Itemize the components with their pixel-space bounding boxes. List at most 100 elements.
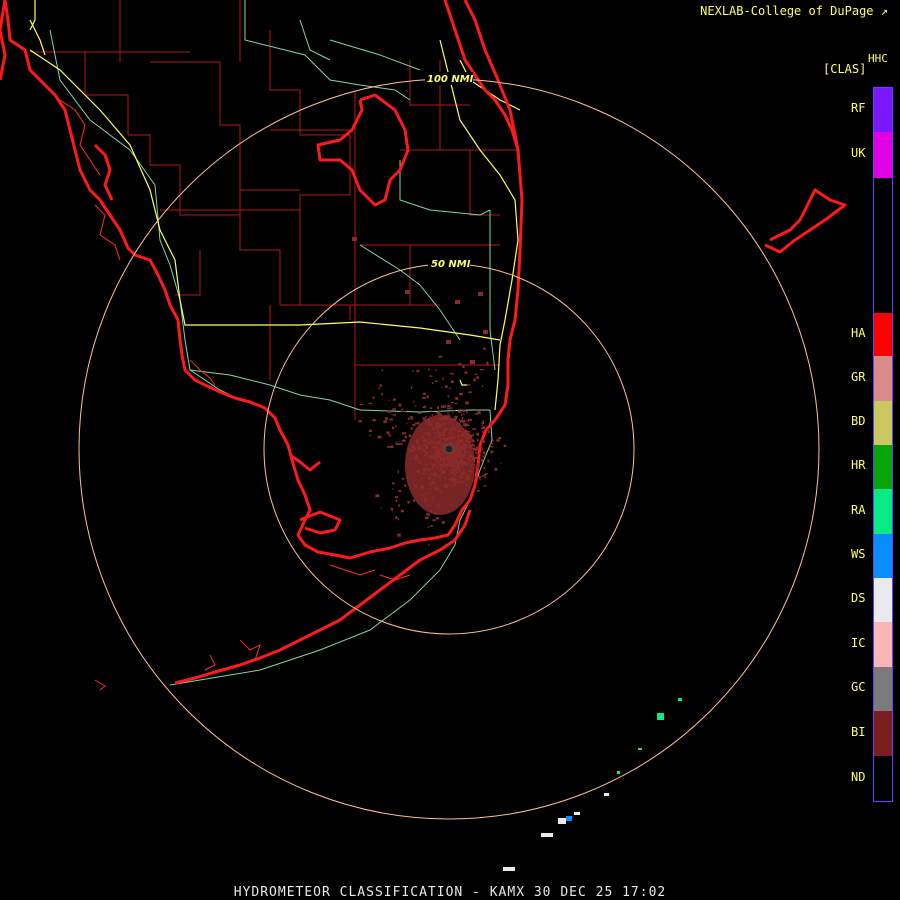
echo-pixel [380, 507, 382, 509]
radar-site-marker [444, 444, 454, 454]
echo-pixel [428, 544, 430, 546]
echo-pixel [404, 435, 408, 439]
legend-label-ic: IC [851, 635, 866, 650]
echo-pixel [482, 385, 484, 387]
echo-pixel [464, 371, 468, 374]
echo-pixel [429, 407, 433, 409]
echo-pixel [400, 509, 404, 513]
echo-pixel [477, 411, 481, 415]
echo-pixel [476, 376, 479, 380]
coast-details [59, 99, 411, 691]
echo-pixel [438, 355, 443, 358]
echo-pixel [430, 525, 434, 527]
echo-pixel [422, 406, 427, 408]
echo-pixel [482, 475, 485, 477]
echo-pixel [451, 380, 454, 383]
echo-pixel [412, 423, 416, 426]
echo-pixel [452, 412, 454, 414]
echo-pixel [473, 378, 476, 382]
echo-patch [478, 292, 483, 296]
echo-pixel [407, 500, 410, 504]
echo-pixel [481, 447, 483, 451]
legend-label-gr: GR [851, 369, 866, 384]
echo-pixel [465, 424, 467, 427]
echo-pixel [378, 387, 380, 390]
echo-pixel [482, 451, 486, 455]
echo-pixel [482, 420, 484, 424]
coastline [0, 0, 847, 685]
echo-pixel [481, 430, 484, 433]
product-code: HHC [868, 52, 888, 65]
echo-pixel [461, 416, 464, 419]
legend-swatch-ws [874, 534, 892, 578]
road-lines [49, 0, 496, 686]
echo-pixel [398, 504, 400, 507]
echo-pixel [472, 434, 474, 437]
echo-pixel [431, 414, 433, 417]
echo-pixel [476, 463, 481, 466]
echo-pixel [406, 423, 408, 425]
echo-pixel [477, 447, 479, 450]
echo-pixel [476, 452, 480, 454]
echo-pixel [449, 387, 451, 390]
echo-pixel [395, 516, 398, 520]
echo-pixel [447, 412, 449, 415]
echo-pixel [392, 408, 396, 411]
echo-pixel [428, 513, 430, 517]
echo-pixel [398, 490, 402, 492]
echo-pixel [401, 408, 403, 411]
echo-pixel [410, 386, 413, 389]
echo-pixel [435, 369, 437, 372]
echo-pixel [473, 447, 476, 451]
echo-pixel [478, 459, 480, 461]
echo-pixel [475, 451, 477, 454]
echo-pixel [453, 409, 455, 412]
echo-pixel [486, 361, 489, 365]
echo-pixel [481, 424, 483, 426]
echo-pixel [434, 380, 438, 382]
echo-pixel [460, 413, 463, 416]
distant-returns [503, 698, 682, 871]
echo-pixel [465, 401, 469, 405]
echo-pixel [410, 415, 413, 418]
credit-label: NEXLAB-College of DuPage ↗ [700, 4, 888, 18]
echo-pixel [435, 517, 440, 520]
echo-pixel [397, 443, 401, 445]
echo-pixel [496, 439, 500, 442]
echo-pixel [450, 401, 454, 404]
echo-pixel [432, 519, 436, 522]
echo-pixel [483, 347, 486, 350]
legend-swatch-gr [874, 356, 892, 401]
echo-pixel [482, 455, 486, 458]
legend-swatch-nd [874, 756, 892, 801]
radar-echoes [352, 237, 507, 546]
echo-pixel [461, 421, 466, 423]
echo-pixel [400, 443, 403, 445]
echo-pixel [428, 526, 430, 529]
echo-pixel [390, 445, 394, 449]
echo-pixel [395, 441, 397, 443]
echo-pixel [427, 368, 430, 371]
echo-pixel [407, 417, 410, 420]
echo-pixel [395, 424, 397, 428]
echo-pixel [441, 405, 445, 408]
color-legend [873, 87, 893, 802]
footer-title: HYDROMETEOR CLASSIFICATION - KAMX 30 DEC… [233, 885, 667, 900]
echo-pixel [481, 459, 484, 462]
echo-pixel [444, 385, 448, 388]
legend-swatch-rf [874, 88, 892, 132]
echo-pixel [368, 429, 373, 433]
echo-pixel [492, 439, 494, 442]
echo-pixel [476, 490, 480, 492]
echo-pixel [500, 462, 502, 464]
echo-pixel [424, 516, 429, 519]
echo-pixel [481, 439, 483, 441]
echo-pixel [447, 395, 450, 397]
echo-pixel [388, 399, 390, 401]
echo-pixel [358, 420, 363, 423]
echo-pixel [379, 384, 382, 387]
echo-pixel [472, 441, 475, 443]
echo-pixel [488, 422, 492, 425]
echo-pixel [392, 414, 396, 416]
echo-pixel [375, 494, 380, 498]
